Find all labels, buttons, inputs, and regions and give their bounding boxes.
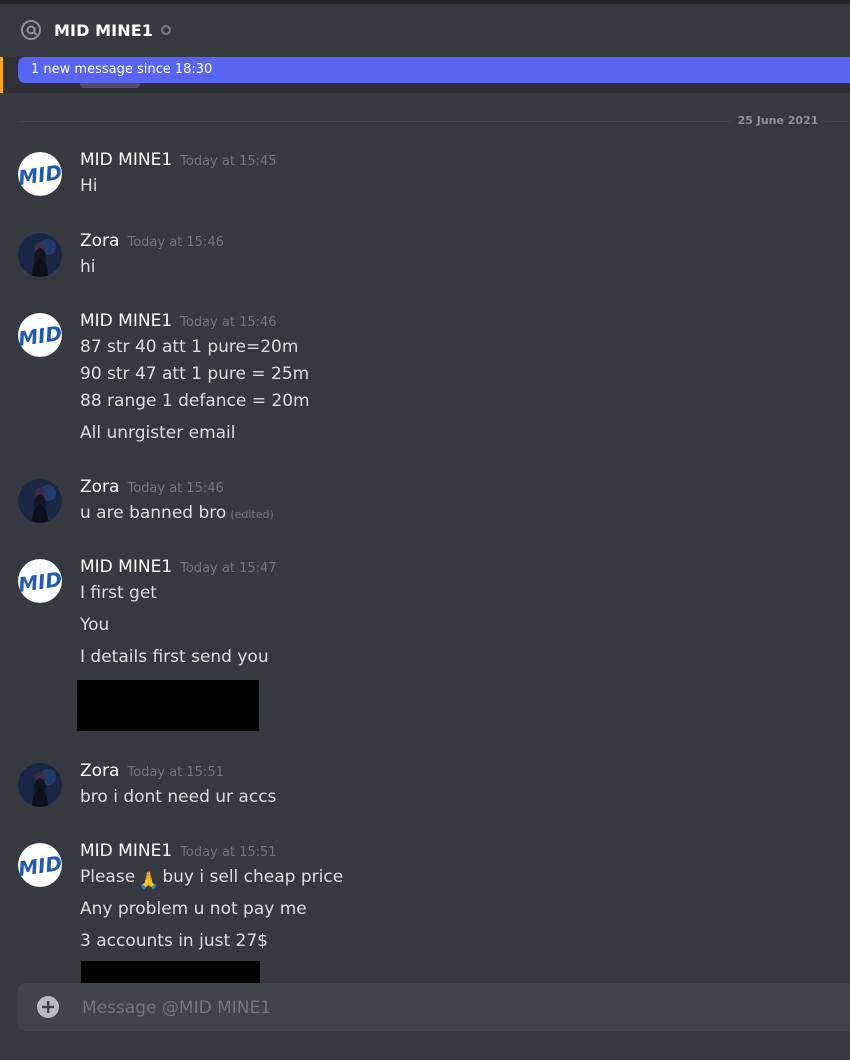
- message-author[interactable]: Zora: [80, 477, 119, 497]
- plus-icon: [42, 1001, 54, 1013]
- message-text: 88 range 1 defance = 20m: [80, 391, 310, 411]
- offline-status-icon: [160, 25, 171, 35]
- message-author[interactable]: Zora: [80, 761, 119, 781]
- message-text-content: buy i sell cheap price: [162, 867, 344, 887]
- message-timestamp: Today at 15:47: [180, 561, 277, 576]
- message-text: 3 accounts in just 27$: [80, 931, 268, 951]
- avatar-mid-mine1[interactable]: MID: [18, 152, 62, 196]
- message-text: bro i dont need ur accs: [80, 787, 277, 807]
- message-timestamp: Today at 15:46: [180, 315, 277, 330]
- message-text: I first get: [80, 583, 157, 603]
- message-text: You: [80, 615, 110, 635]
- avatar-mid-mine1[interactable]: MID: [18, 559, 62, 603]
- message-author[interactable]: MID MINE1: [80, 150, 172, 170]
- folded-hands-emoji: 🙏: [138, 871, 160, 891]
- message-text: u are banned bro (edited): [80, 503, 274, 523]
- redacted-image[interactable]: [77, 680, 259, 731]
- message-composer: [18, 983, 850, 1033]
- message-author[interactable]: MID MINE1: [80, 311, 172, 331]
- message-text: Please 🙏 buy i sell cheap price: [80, 867, 343, 891]
- message-input[interactable]: [80, 983, 784, 1033]
- date-divider-line: [20, 121, 730, 122]
- add-attachment-button[interactable]: [37, 996, 59, 1018]
- message-timestamp: Today at 15:45: [180, 154, 277, 169]
- message-text-content: u are banned bro: [80, 503, 227, 523]
- avatar-zora[interactable]: [18, 233, 62, 277]
- message-text: hi: [80, 257, 96, 277]
- edited-marker: (edited): [230, 508, 274, 521]
- new-messages-banner[interactable]: 1 new message since 18:30: [18, 57, 850, 83]
- message-timestamp: Today at 15:46: [127, 481, 224, 496]
- message-text: Hi: [80, 176, 98, 196]
- avatar-zora[interactable]: [18, 479, 62, 523]
- message-timestamp: Today at 15:51: [127, 765, 224, 780]
- banner-accent-bar: [0, 57, 3, 93]
- message-author[interactable]: MID MINE1: [80, 841, 172, 861]
- message-text: I details first send you: [80, 647, 269, 667]
- message-timestamp: Today at 15:46: [127, 235, 224, 250]
- message-text: All unrgister email: [80, 423, 236, 443]
- message-text: Any problem u not pay me: [80, 899, 307, 919]
- message-text: 90 str 47 att 1 pure = 25m: [80, 364, 310, 384]
- avatar-mid-mine1[interactable]: MID: [18, 313, 62, 357]
- message-author[interactable]: MID MINE1: [80, 557, 172, 577]
- avatar-zora[interactable]: [18, 763, 62, 807]
- banner-peek-edge: [80, 83, 140, 88]
- message-text: 87 str 40 att 1 pure=20m: [80, 337, 299, 357]
- message-timestamp: Today at 15:51: [180, 845, 277, 860]
- date-divider-label: 25 June 2021: [737, 114, 819, 127]
- avatar-mid-mine1[interactable]: MID: [18, 843, 62, 887]
- at-sign-icon: [20, 19, 42, 41]
- message-author[interactable]: Zora: [80, 231, 119, 251]
- date-divider-line-right: [825, 121, 850, 122]
- channel-header: MID MINE1: [0, 4, 850, 56]
- channel-title: MID MINE1: [54, 20, 153, 40]
- message-text-content: Please: [80, 867, 136, 887]
